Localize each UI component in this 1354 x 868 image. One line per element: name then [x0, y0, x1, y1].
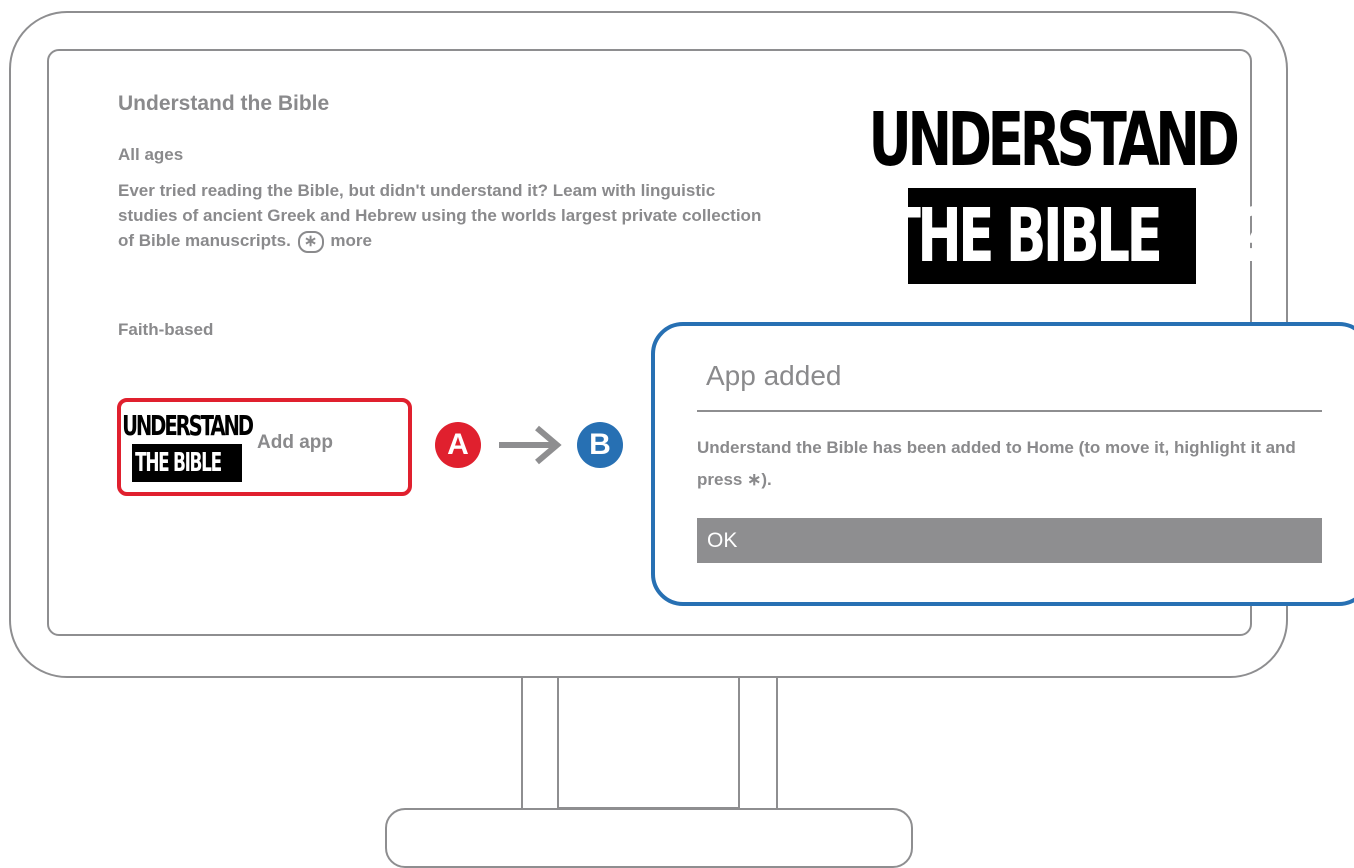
stand-base	[385, 808, 913, 868]
dialog-message: Understand the Bible has been added to H…	[697, 438, 1296, 489]
thumb-line2: THE BIBLE	[134, 448, 222, 478]
logo-line1: UNDERSTAND	[868, 97, 1240, 183]
ok-button[interactable]: OK	[697, 518, 1322, 563]
stand-left-edge	[521, 677, 523, 809]
logo-mark: ?	[1240, 193, 1271, 279]
add-app-label[interactable]: Add app	[257, 432, 333, 454]
age-rating: All ages	[118, 145, 184, 164]
step-a-badge: A	[435, 422, 481, 468]
description-text: Ever tried reading the Bible, but didn't…	[118, 181, 762, 250]
right-arrow-icon	[499, 425, 562, 465]
thumb-suffix: .com	[241, 456, 251, 470]
app-title: Understand the Bible	[118, 92, 330, 115]
app-logo: UNDERSTAND THE BIBLE .com ?	[868, 92, 1271, 284]
app-description: Ever tried reading the Bible, but didn't…	[118, 178, 778, 253]
dialog-divider	[697, 410, 1322, 412]
thumb-line1: UNDERSTAND	[122, 408, 254, 442]
more-link[interactable]: more	[330, 231, 372, 250]
dialog-title: App added	[706, 360, 842, 391]
stand-right-edge	[776, 677, 778, 809]
logo-line2-band: THE BIBLE .com ?	[885, 188, 1271, 284]
stand-neck	[557, 677, 740, 809]
app-genre: Faith-based	[118, 320, 214, 339]
star-circle-icon[interactable]: ∗	[297, 230, 324, 253]
add-app-thumbnail: UNDERSTAND THE BIBLE .com ?	[122, 406, 261, 482]
thumb-line2-band: THE BIBLE .com ?	[132, 444, 261, 482]
step-b-badge: B	[577, 422, 623, 468]
logo-suffix: .com	[1211, 218, 1236, 254]
logo-line2: THE BIBLE	[884, 193, 1163, 279]
